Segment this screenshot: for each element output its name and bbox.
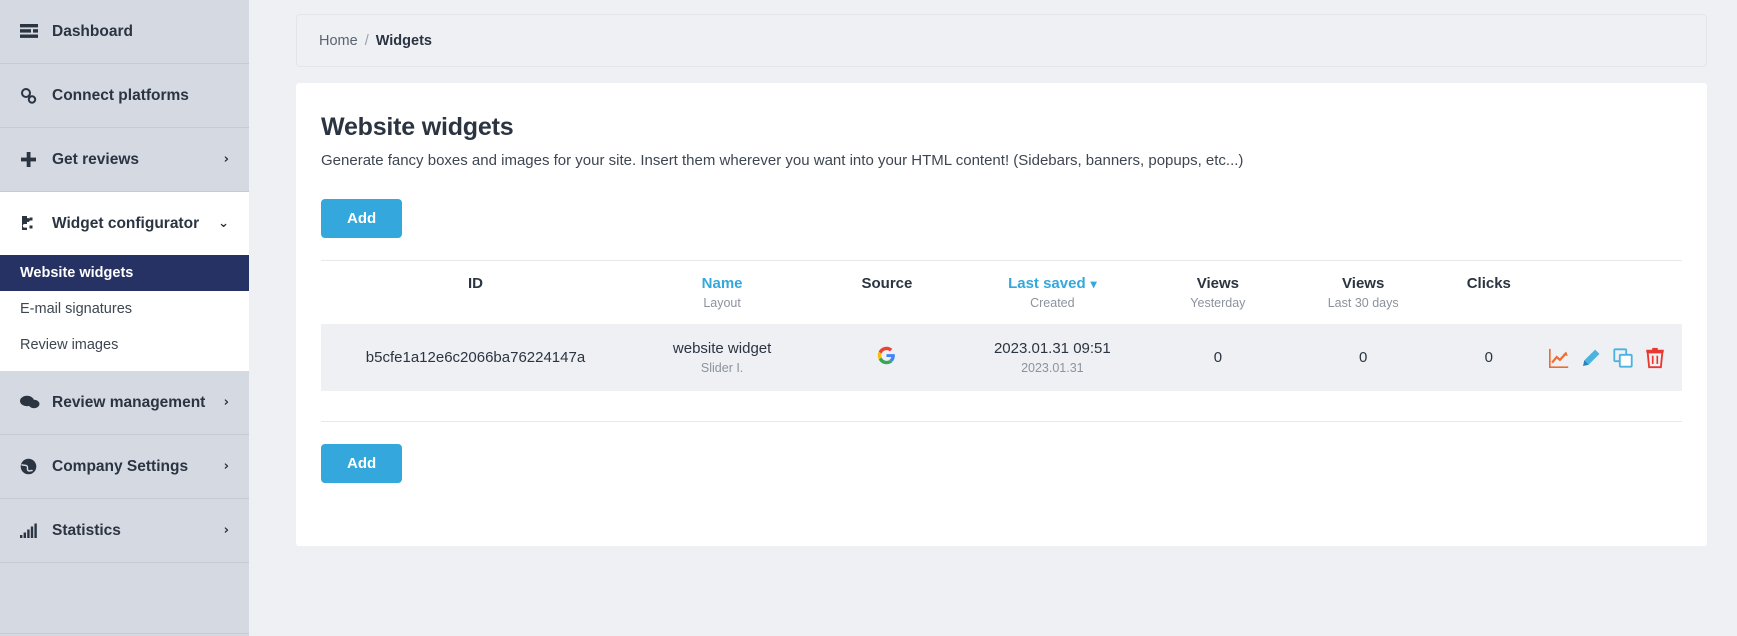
breadcrumb-current: Widgets xyxy=(376,33,432,49)
sidebar-group-company-settings: Company Settings › xyxy=(0,435,249,499)
column-header-views-last30: Views xyxy=(1291,261,1436,297)
table-header-row: ID Name Source Last saved ▾ Views Views C… xyxy=(321,261,1682,297)
sidebar-item-label: Statistics xyxy=(52,522,224,540)
chevron-right-icon: › xyxy=(224,460,229,473)
sidebar-subitem-label: Review images xyxy=(20,337,118,353)
sidebar-subnav-widget-configurator: Website widgets E-mail signatures Review… xyxy=(0,255,249,371)
duplicate-icon[interactable] xyxy=(1612,347,1634,369)
widgets-table-body: b5cfe1a12e6c2066ba76224147a website widg… xyxy=(321,324,1682,391)
delete-icon[interactable] xyxy=(1644,347,1666,369)
page-subtitle: Generate fancy boxes and images for your… xyxy=(321,152,1682,169)
cell-last-saved: 2023.01.31 09:51 2023.01.31 xyxy=(960,324,1145,391)
sidebar-item-label: Widget configurator xyxy=(52,215,218,233)
sidebar-item-connect-platforms[interactable]: Connect platforms xyxy=(0,64,249,127)
sidebar-item-email-signatures[interactable]: E-mail signatures xyxy=(0,291,249,327)
table-subheader-row: Layout Created Yesterday Last 30 days xyxy=(321,296,1682,324)
column-header-last-saved[interactable]: Last saved ▾ xyxy=(960,261,1145,297)
column-subheader-clicks xyxy=(1436,296,1542,324)
sidebar-item-company-settings[interactable]: Company Settings › xyxy=(0,435,249,498)
statistics-icon[interactable] xyxy=(1548,347,1570,369)
sidebar-item-label: Review management xyxy=(52,394,224,412)
breadcrumb: Home / Widgets xyxy=(296,14,1707,67)
app-root: Dashboard Connect platforms Get reviews … xyxy=(0,0,1737,636)
sidebar-group-widget-configurator: Widget configurator ⌄ Website widgets E-… xyxy=(0,192,249,371)
column-subheader-id xyxy=(321,296,630,324)
sidebar-group-dashboard: Dashboard xyxy=(0,0,249,64)
last-saved-value: 2023.01.31 09:51 xyxy=(994,340,1111,357)
column-subheader-created: Created xyxy=(960,296,1145,324)
sidebar-subitem-label: Website widgets xyxy=(20,265,133,281)
sidebar: Dashboard Connect platforms Get reviews … xyxy=(0,0,249,636)
add-widget-button-top[interactable]: Add xyxy=(321,199,402,238)
sidebar-item-dashboard[interactable]: Dashboard xyxy=(0,0,249,63)
row-actions xyxy=(1548,347,1676,369)
breadcrumb-home-link[interactable]: Home xyxy=(319,33,358,49)
main-content: Home / Widgets Website widgets Generate … xyxy=(249,0,1737,636)
chevron-right-icon: › xyxy=(224,153,229,166)
table-bottom-divider xyxy=(321,421,1682,422)
cell-actions xyxy=(1542,324,1682,391)
column-subheader-yesterday: Yesterday xyxy=(1145,296,1291,324)
column-header-actions xyxy=(1542,261,1682,297)
cell-name: website widget Slider I. xyxy=(630,324,814,391)
table-row[interactable]: b5cfe1a12e6c2066ba76224147a website widg… xyxy=(321,324,1682,391)
dashboard-icon xyxy=(20,23,44,41)
sidebar-group-statistics: Statistics › xyxy=(0,499,249,563)
chevron-right-icon: › xyxy=(224,524,229,537)
column-subheader-layout: Layout xyxy=(630,296,814,324)
cell-views-last30: 0 xyxy=(1291,324,1436,391)
column-header-name[interactable]: Name xyxy=(630,261,814,297)
created-value: 2023.01.31 xyxy=(966,361,1139,375)
column-subheader-source xyxy=(814,296,959,324)
globe-icon xyxy=(20,458,44,476)
sidebar-item-get-reviews[interactable]: Get reviews › xyxy=(0,128,249,191)
cell-id: b5cfe1a12e6c2066ba76224147a xyxy=(321,324,630,391)
add-widget-button-bottom[interactable]: Add xyxy=(321,444,402,483)
cell-views-yesterday: 0 xyxy=(1145,324,1291,391)
sidebar-group-connect-platforms: Connect platforms xyxy=(0,64,249,128)
widgets-card: Website widgets Generate fancy boxes and… xyxy=(296,83,1707,546)
chevron-right-icon: › xyxy=(224,396,229,409)
bars-icon xyxy=(20,522,44,540)
column-subheader-last-30-days: Last 30 days xyxy=(1291,296,1436,324)
column-subheader-actions xyxy=(1542,296,1682,324)
sidebar-item-label: Dashboard xyxy=(52,23,229,41)
chevron-down-icon: ⌄ xyxy=(218,217,229,230)
column-header-source: Source xyxy=(814,261,959,297)
link-icon xyxy=(20,87,44,105)
puzzle-icon xyxy=(20,215,44,233)
sidebar-item-review-images[interactable]: Review images xyxy=(0,327,249,363)
cell-source xyxy=(814,324,959,391)
chat-icon xyxy=(20,394,44,412)
widgets-body: Add ID Name Source Last saved ▾ xyxy=(321,199,1682,483)
column-header-clicks: Clicks xyxy=(1436,261,1542,297)
sidebar-item-label: Connect platforms xyxy=(52,87,229,105)
footer-actions: Add xyxy=(321,444,1682,483)
column-header-views-yesterday: Views xyxy=(1145,261,1291,297)
column-header-id: ID xyxy=(321,261,630,297)
page-title: Website widgets xyxy=(321,113,1682,142)
sidebar-group-get-reviews: Get reviews › xyxy=(0,128,249,192)
widget-layout: Slider I. xyxy=(636,361,808,375)
sidebar-subitem-label: E-mail signatures xyxy=(20,301,132,317)
widget-name: website widget xyxy=(673,340,771,357)
widgets-table-head: ID Name Source Last saved ▾ Views Views C… xyxy=(321,261,1682,325)
sidebar-group-review-management: Review management › xyxy=(0,371,249,435)
plus-icon xyxy=(20,151,44,169)
widgets-table: ID Name Source Last saved ▾ Views Views C… xyxy=(321,260,1682,391)
cell-clicks: 0 xyxy=(1436,324,1542,391)
sidebar-item-review-management[interactable]: Review management › xyxy=(0,371,249,434)
sidebar-item-widget-configurator[interactable]: Widget configurator ⌄ xyxy=(0,192,249,255)
google-icon xyxy=(877,346,896,365)
sidebar-item-label: Company Settings xyxy=(52,458,224,476)
sort-descending-icon: ▾ xyxy=(1091,277,1097,291)
column-header-last-saved-label: Last saved xyxy=(1008,275,1086,292)
sidebar-item-website-widgets[interactable]: Website widgets xyxy=(0,255,249,291)
breadcrumb-separator: / xyxy=(365,33,369,49)
sidebar-item-label: Get reviews xyxy=(52,151,224,169)
sidebar-item-statistics[interactable]: Statistics › xyxy=(0,499,249,562)
edit-icon[interactable] xyxy=(1580,347,1602,369)
